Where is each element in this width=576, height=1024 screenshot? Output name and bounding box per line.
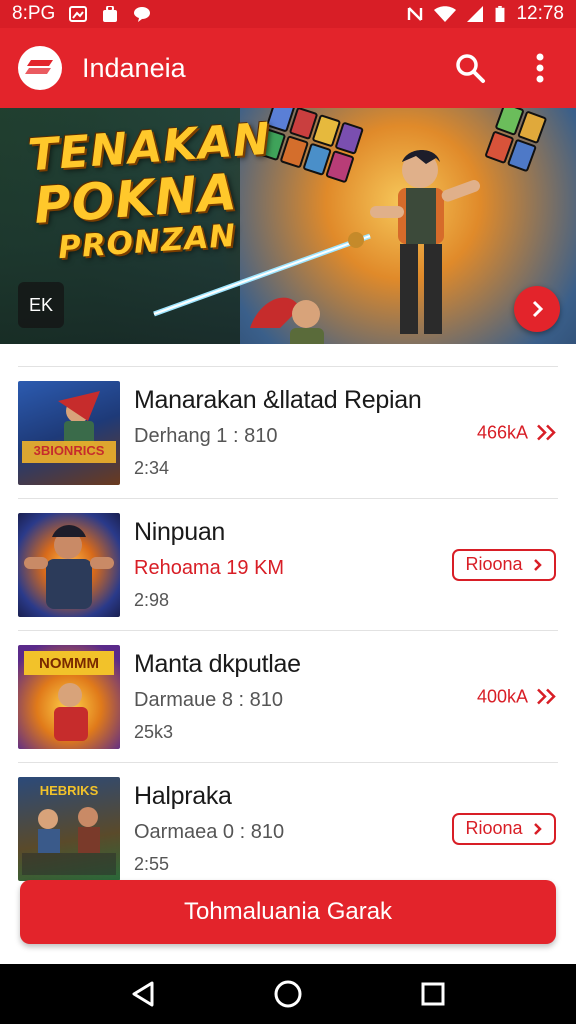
- thumbnail-title: 3BIONRICS: [33, 442, 105, 458]
- status-clock-left: 8:PG: [12, 3, 56, 24]
- banner-badge: EK: [18, 282, 64, 328]
- wifi-icon: [434, 6, 457, 22]
- bag-icon: [103, 6, 118, 22]
- app-actions: [452, 50, 558, 86]
- item-action-label: Rioona: [465, 818, 523, 838]
- warrior-character: [250, 297, 324, 344]
- item-duration: 2:55: [134, 854, 170, 874]
- item-duration: 2:34: [134, 458, 170, 478]
- item-action-label: Rioona: [465, 554, 523, 574]
- item-action-button[interactable]: Rioona: [452, 812, 556, 845]
- thumbnail-art: [24, 524, 114, 609]
- more-vert-icon[interactable]: [522, 50, 558, 86]
- thumbnail-title: HEBRIKS: [39, 782, 99, 798]
- list-item[interactable]: 3BIONRICS Manarakan &llatad Repian Derha…: [18, 366, 558, 498]
- double-chevron-right-icon: [537, 424, 556, 441]
- chevron-right-icon: [533, 558, 542, 571]
- list-item[interactable]: HEBRIKS Halpraka Oarmaea 0 : 810 2:55 Ri…: [18, 762, 558, 894]
- status-right: 12:78: [406, 3, 564, 25]
- item-action-button[interactable]: Rioona: [452, 548, 556, 581]
- game-thumbnail: [18, 512, 120, 617]
- item-title: Ninpuan: [134, 518, 226, 546]
- thumbnail-title: NOMMM: [39, 654, 99, 672]
- home-icon[interactable]: [268, 974, 308, 1014]
- status-bar: 8:PG 12:78: [0, 0, 576, 28]
- banner-card-grid-right: [480, 108, 570, 192]
- item-title: Halpraka: [134, 782, 232, 810]
- app-title: Indaneia: [82, 52, 186, 83]
- game-list: 3BIONRICS Manarakan &llatad Repian Derha…: [18, 366, 558, 894]
- app-logo-icon[interactable]: [18, 46, 62, 90]
- list-item[interactable]: Ninpuan Rehoama 19 KM 2:98 Rioona: [18, 498, 558, 630]
- app-bar: Indaneia: [0, 28, 576, 108]
- chevron-right-icon: [533, 822, 542, 835]
- nfc-icon: [408, 7, 423, 21]
- item-action-link[interactable]: 466kA: [477, 422, 558, 443]
- status-time: 12:78: [516, 3, 564, 24]
- item-title: Manta dkputlae: [134, 650, 301, 678]
- promo-banner[interactable]: TENAKAN POKNA PRONZAN EK: [0, 108, 576, 344]
- item-duration: 2:98: [134, 590, 170, 610]
- item-action-label: 466kA: [476, 422, 528, 442]
- image-icon: [69, 6, 88, 22]
- chevron-right-icon: [532, 300, 544, 318]
- recents-icon[interactable]: [413, 974, 453, 1014]
- system-nav-bar: [0, 964, 576, 1024]
- hero-character: [370, 150, 480, 334]
- item-title: Manarakan &llatad Repian: [134, 386, 422, 414]
- thumbnail-art: [22, 390, 116, 463]
- game-thumbnail: 3BIONRICS: [18, 380, 120, 485]
- status-left: 8:PG: [12, 3, 151, 25]
- list-item[interactable]: NOMMM Manta dkputlae Darmaue 8 : 810 25k…: [18, 630, 558, 762]
- game-thumbnail: HEBRIKS: [18, 776, 120, 881]
- double-chevron-right-icon: [537, 688, 556, 705]
- battery-icon: [496, 6, 505, 22]
- signal-icon: [467, 6, 484, 22]
- chat-icon: [134, 7, 151, 22]
- game-thumbnail: NOMMM: [18, 644, 120, 749]
- back-icon[interactable]: [123, 974, 163, 1014]
- item-action-link[interactable]: 400kA: [477, 686, 558, 707]
- item-action-label: 400kA: [476, 686, 528, 706]
- banner-next-button[interactable]: [514, 286, 560, 332]
- item-duration: 25k3: [134, 722, 174, 742]
- search-icon[interactable]: [452, 50, 488, 86]
- primary-cta-button[interactable]: Tohmaluania Garak: [20, 880, 556, 944]
